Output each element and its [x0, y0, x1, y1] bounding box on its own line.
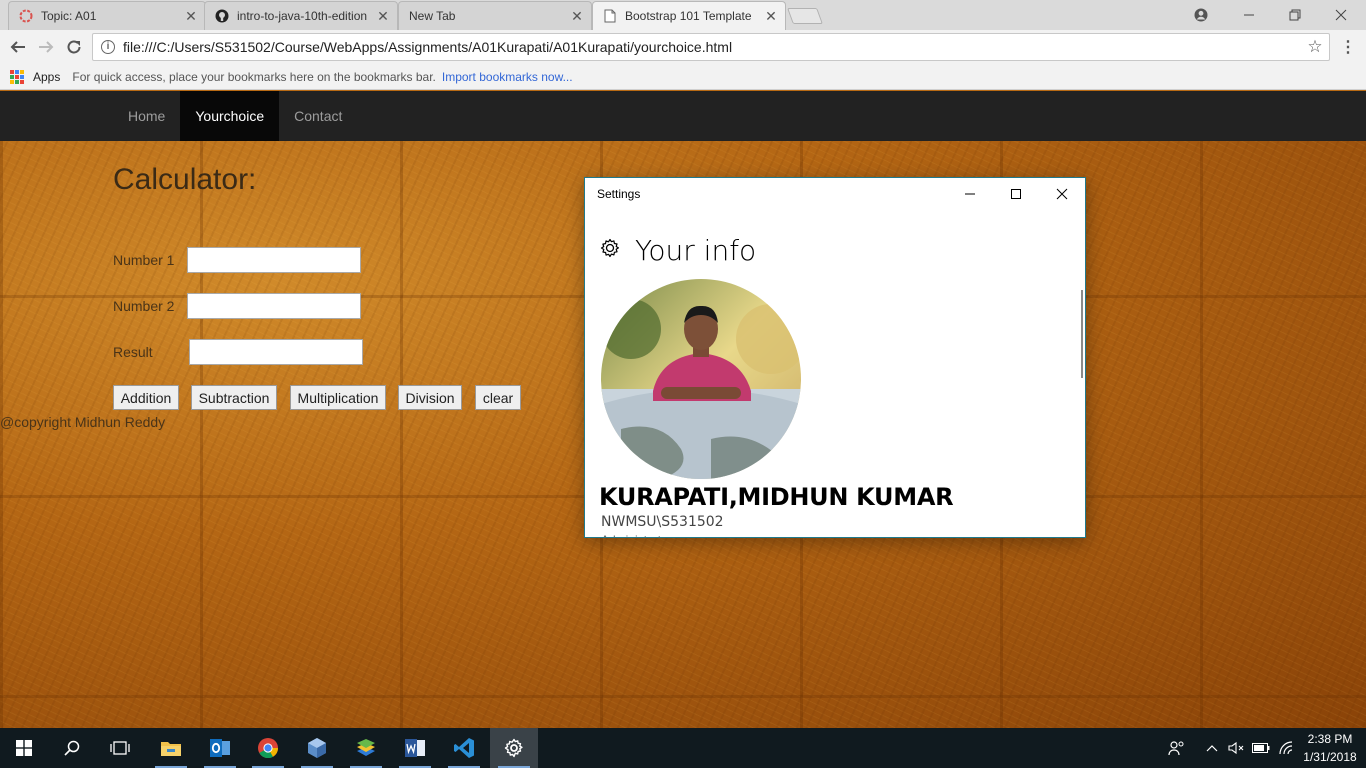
settings-icon[interactable]: [490, 728, 538, 768]
tab-intro-to-java[interactable]: intro-to-java-10th-edition ✕: [204, 1, 398, 30]
calculator-title: Calculator:: [113, 163, 257, 196]
gear-icon: [599, 237, 621, 264]
page-title: Your info: [635, 234, 757, 267]
windows-start-icon[interactable]: [0, 728, 48, 768]
forward-icon[interactable]: [33, 34, 59, 60]
address-bar[interactable]: i file:///C:/Users/S531502/Course/WebApp…: [92, 33, 1330, 61]
tab-title: Bootstrap 101 Template: [625, 9, 752, 23]
apps-shortcut[interactable]: Apps: [33, 70, 60, 84]
browser-toolbar: i file:///C:/Users/S531502/Course/WebApp…: [0, 30, 1366, 64]
close-window-icon[interactable]: [1318, 0, 1364, 30]
apps-grid-icon[interactable]: [10, 69, 24, 84]
file-explorer-icon[interactable]: [147, 728, 195, 768]
virtualbox-icon[interactable]: [293, 728, 341, 768]
result-label: Result: [113, 344, 153, 360]
number1-input[interactable]: [187, 247, 361, 273]
github-icon: [215, 9, 229, 23]
wifi-icon[interactable]: [1276, 728, 1298, 768]
maximize-icon[interactable]: [993, 178, 1039, 210]
settings-window: Settings Your info KURAPATI,MIDHUN KUMAR…: [584, 177, 1086, 538]
tab-topic-a01[interactable]: Topic: A01 ✕: [8, 1, 206, 30]
clock-date: 1/31/2018: [1303, 750, 1357, 764]
close-icon[interactable]: ✕: [375, 8, 391, 25]
vscode-icon[interactable]: [440, 728, 488, 768]
word-icon[interactable]: [391, 728, 439, 768]
bluestacks-icon[interactable]: [342, 728, 390, 768]
import-bookmarks-link[interactable]: Import bookmarks now...: [442, 70, 573, 84]
tab-title: New Tab: [409, 9, 456, 23]
taskbar-clock[interactable]: 2:38 PM 1/31/2018: [1300, 730, 1360, 766]
minimize-icon[interactable]: [947, 178, 993, 210]
restore-icon[interactable]: [1272, 0, 1318, 30]
task-view-icon[interactable]: [96, 728, 144, 768]
result-input[interactable]: [189, 339, 363, 365]
subtraction-button[interactable]: Subtraction: [191, 385, 277, 410]
copyright-text: @copyright Midhun Reddy: [0, 414, 166, 430]
tab-title: intro-to-java-10th-edition: [237, 9, 368, 23]
browser-tab-strip: Topic: A01 ✕ intro-to-java-10th-edition …: [0, 0, 1366, 30]
nav-contact[interactable]: Contact: [279, 91, 357, 141]
people-icon[interactable]: [1166, 728, 1188, 768]
tab-title: Topic: A01: [41, 9, 97, 23]
number1-label: Number 1: [113, 252, 175, 268]
discourse-icon: [19, 9, 33, 23]
settings-titlebar[interactable]: Settings: [585, 178, 1085, 210]
number2-label: Number 2: [113, 298, 175, 314]
url-text: file:///C:/Users/S531502/Course/WebApps/…: [123, 39, 733, 55]
page-icon: [603, 9, 617, 23]
division-button[interactable]: Division: [398, 385, 462, 410]
chrome-menu-icon[interactable]: ⋮: [1340, 34, 1356, 60]
new-tab-button[interactable]: [787, 8, 823, 24]
search-icon[interactable]: [48, 728, 96, 768]
chevron-up-icon[interactable]: [1203, 728, 1221, 768]
battery-icon[interactable]: [1250, 728, 1272, 768]
close-icon[interactable]: ✕: [763, 8, 779, 25]
reload-icon[interactable]: [61, 34, 87, 60]
bookmark-star-icon[interactable]: ☆: [1301, 37, 1329, 57]
profile-icon[interactable]: [1178, 0, 1224, 30]
volume-muted-icon[interactable]: [1226, 728, 1246, 768]
addition-button[interactable]: Addition: [113, 385, 179, 410]
clock-time: 2:38 PM: [1307, 732, 1353, 746]
bookmarks-hint: For quick access, place your bookmarks h…: [72, 69, 436, 84]
close-icon[interactable]: ✕: [569, 8, 585, 25]
info-icon[interactable]: i: [101, 40, 115, 54]
avatar: [601, 279, 801, 479]
user-role: Administrator: [601, 533, 672, 537]
close-icon[interactable]: [1039, 178, 1085, 210]
user-name: KURAPATI,MIDHUN KUMAR: [599, 483, 954, 511]
chrome-icon[interactable]: [244, 728, 292, 768]
nav-yourchoice[interactable]: Yourchoice: [180, 91, 280, 141]
tab-new-tab[interactable]: New Tab ✕: [398, 1, 592, 30]
back-icon[interactable]: [5, 34, 31, 60]
close-icon[interactable]: ✕: [183, 8, 199, 25]
tab-bootstrap-template[interactable]: Bootstrap 101 Template ✕: [592, 1, 786, 30]
user-account: NWMSU\S531502: [601, 514, 724, 530]
bookmarks-bar: Apps For quick access, place your bookma…: [0, 64, 1366, 90]
settings-heading: Your info: [599, 234, 756, 267]
clear-button[interactable]: clear: [475, 385, 521, 410]
nav-home[interactable]: Home: [113, 91, 180, 141]
multiplication-button[interactable]: Multiplication: [290, 385, 386, 410]
number2-input[interactable]: [187, 293, 361, 319]
site-navbar: Home Yourchoice Contact: [0, 91, 1366, 141]
settings-window-title: Settings: [597, 187, 641, 201]
minimize-icon[interactable]: [1226, 0, 1272, 30]
scrollbar[interactable]: [1081, 290, 1083, 378]
outlook-icon[interactable]: [196, 728, 244, 768]
taskbar: 2:38 PM 1/31/2018: [0, 728, 1366, 768]
